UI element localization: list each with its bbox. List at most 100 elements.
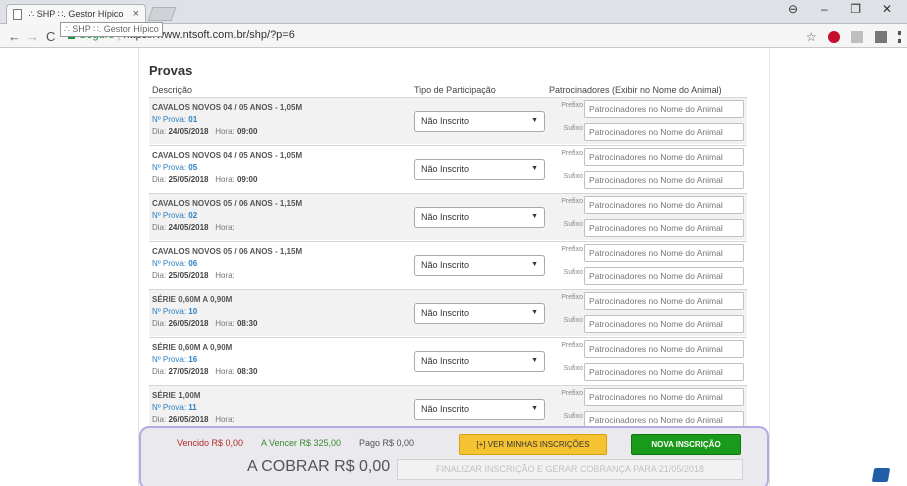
- sufixo-label: Sufixo: [563, 221, 583, 228]
- chevron-down-icon: ▼: [531, 117, 538, 124]
- prova-descricao: SÉRIE 0,60M A 0,90M: [152, 295, 233, 304]
- prova-row: SÉRIE 1,00M Nº Prova: 11 Dia: 26/05/2018 H…: [149, 385, 747, 432]
- page-title: Provas: [149, 63, 193, 78]
- col-header-tipo: Tipo de Participação: [414, 85, 496, 95]
- doc-icon: [13, 9, 22, 21]
- close-icon[interactable]: ×: [133, 8, 139, 20]
- prefixo-label: Prefixo: [561, 150, 583, 157]
- finalizar-button[interactable]: FINALIZAR INSCRIÇÃO E GERAR COBRANÇA PAR…: [397, 459, 743, 480]
- select-value: Não Inscrito: [421, 116, 470, 126]
- prova-descricao: SÉRIE 0,60M A 0,90M: [152, 343, 233, 352]
- browser-tab[interactable]: ∴ SHP ∷. Gestor Hípico ×: [6, 4, 146, 24]
- prova-row: CAVALOS NOVOS 05 / 06 ANOS - 1,15M Nº Pro…: [149, 193, 747, 240]
- chevron-down-icon: ▼: [531, 213, 538, 220]
- prova-row: SÉRIE 0,60M A 0,90M Nº Prova: 10 Dia: 26/0…: [149, 289, 747, 336]
- sufixo-label: Sufixo: [563, 413, 583, 420]
- prova-descricao: CAVALOS NOVOS 05 / 06 ANOS - 1,15M: [152, 199, 303, 208]
- extension-icon[interactable]: [874, 30, 887, 43]
- pago-amount: Pago R$ 0,00: [359, 438, 415, 448]
- star-icon[interactable]: ☆: [806, 30, 817, 44]
- minimize-button[interactable]: –: [810, 2, 838, 16]
- prova-data: Dia: 24/05/2018 Hora:: [152, 223, 235, 232]
- ver-inscricoes-button[interactable]: [+] VER MINHAS INSCRIÇÕES: [459, 434, 607, 455]
- prefixo-input[interactable]: Patrocinadores no Nome do Animal: [584, 148, 744, 166]
- tipo-participacao-select[interactable]: Não Inscrito ▼: [414, 159, 545, 180]
- a-cobrar-total: A COBRAR R$ 0,00: [247, 458, 391, 475]
- prova-data: Dia: 24/05/2018 Hora: 09:00: [152, 127, 258, 136]
- prova-data: Dia: 25/05/2018 Hora:: [152, 271, 235, 280]
- sufixo-input[interactable]: Patrocinadores no Nome do Animal: [584, 315, 744, 333]
- nova-inscricao-button[interactable]: NOVA INSCRIÇÃO: [631, 434, 741, 455]
- prova-numero: Nº Prova: 05: [152, 163, 198, 172]
- sufixo-input[interactable]: Patrocinadores no Nome do Animal: [584, 363, 744, 381]
- sufixo-label: Sufixo: [563, 125, 583, 132]
- brand-logo-icon: [871, 468, 891, 482]
- prova-numero: Nº Prova: 06: [152, 259, 198, 268]
- prefixo-input[interactable]: Patrocinadores no Nome do Animal: [584, 100, 744, 118]
- select-value: Não Inscrito: [421, 164, 470, 174]
- select-value: Não Inscrito: [421, 212, 470, 222]
- chevron-down-icon: ▼: [531, 165, 538, 172]
- maximize-button[interactable]: ❐: [842, 2, 870, 16]
- a-vencer-amount: A Vencer R$ 325,00: [261, 438, 342, 448]
- prefixo-label: Prefixo: [561, 246, 583, 253]
- prefixo-input[interactable]: Patrocinadores no Nome do Animal: [584, 292, 744, 310]
- prova-descricao: CAVALOS NOVOS 04 / 05 ANOS - 1,05M: [152, 151, 303, 160]
- tipo-participacao-select[interactable]: Não Inscrito ▼: [414, 207, 545, 228]
- account-icon[interactable]: ⊖: [779, 2, 807, 16]
- prefixo-input[interactable]: Patrocinadores no Nome do Animal: [584, 244, 744, 262]
- sufixo-label: Sufixo: [563, 365, 583, 372]
- adblock-icon[interactable]: [827, 30, 840, 43]
- sufixo-input[interactable]: Patrocinadores no Nome do Animal: [584, 123, 744, 141]
- tipo-participacao-select[interactable]: Não Inscrito ▼: [414, 399, 545, 420]
- back-arrow-icon[interactable]: ←: [8, 29, 21, 44]
- prefixo-input[interactable]: Patrocinadores no Nome do Animal: [584, 388, 744, 406]
- prova-numero: Nº Prova: 01: [152, 115, 198, 124]
- select-value: Não Inscrito: [421, 404, 470, 414]
- prova-data: Dia: 26/05/2018 Hora:: [152, 415, 235, 424]
- select-value: Não Inscrito: [421, 308, 470, 318]
- prova-row: CAVALOS NOVOS 04 / 05 ANOS - 1,05M Nº Pro…: [149, 145, 747, 192]
- prefixo-input[interactable]: Patrocinadores no Nome do Animal: [584, 340, 744, 358]
- prova-row: CAVALOS NOVOS 04 / 05 ANOS - 1,05M Nº Pro…: [149, 97, 747, 144]
- prefixo-label: Prefixo: [561, 102, 583, 109]
- prefixo-label: Prefixo: [561, 294, 583, 301]
- forward-arrow-icon[interactable]: →: [26, 29, 39, 44]
- sufixo-input[interactable]: Patrocinadores no Nome do Animal: [584, 267, 744, 285]
- sufixo-label: Sufixo: [563, 173, 583, 180]
- tipo-participacao-select[interactable]: Não Inscrito ▼: [414, 351, 545, 372]
- prova-data: Dia: 26/05/2018 Hora: 08:30: [152, 319, 258, 328]
- close-window-button[interactable]: ✕: [873, 2, 901, 16]
- col-header-descricao: Descrição: [152, 85, 193, 95]
- prefixo-label: Prefixo: [561, 198, 583, 205]
- prova-numero: Nº Prova: 16: [152, 355, 198, 364]
- prefixo-label: Prefixo: [561, 342, 583, 349]
- chevron-down-icon: ▼: [531, 405, 538, 412]
- extension-icon[interactable]: [851, 30, 864, 43]
- prova-descricao: CAVALOS NOVOS 04 / 05 ANOS - 1,05M: [152, 103, 303, 112]
- select-value: Não Inscrito: [421, 260, 470, 270]
- tipo-participacao-select[interactable]: Não Inscrito ▼: [414, 111, 545, 132]
- sufixo-input[interactable]: Patrocinadores no Nome do Animal: [584, 171, 744, 189]
- tipo-participacao-select[interactable]: Não Inscrito ▼: [414, 255, 545, 276]
- prova-descricao: CAVALOS NOVOS 05 / 06 ANOS - 1,15M: [152, 247, 303, 256]
- tipo-participacao-select[interactable]: Não Inscrito ▼: [414, 303, 545, 324]
- main-content: Provas Descrição Tipo de Participação Pa…: [138, 48, 770, 486]
- sufixo-label: Sufixo: [563, 269, 583, 276]
- prefixo-input[interactable]: Patrocinadores no Nome do Animal: [584, 196, 744, 214]
- reload-icon[interactable]: C: [46, 29, 55, 44]
- tab-title: ∴ SHP ∷. Gestor Hípico: [28, 9, 124, 20]
- address-bar[interactable]: Seguro|https://www.ntsoft.com.br/shp/?p=…: [64, 27, 806, 45]
- sufixo-input[interactable]: Patrocinadores no Nome do Animal: [584, 219, 744, 237]
- col-header-patrocinadores: Patrocinadores (Exibir no Nome do Animal…: [549, 85, 722, 95]
- summary-panel: Vencido R$ 0,00 A Vencer R$ 325,00 Pago …: [139, 426, 769, 486]
- new-tab-button[interactable]: [147, 7, 177, 21]
- prefixo-label: Prefixo: [561, 390, 583, 397]
- chevron-down-icon: ▼: [531, 309, 538, 316]
- chevron-down-icon: ▼: [531, 357, 538, 364]
- vencido-amount: Vencido R$ 0,00: [177, 438, 244, 448]
- prova-numero: Nº Prova: 11: [152, 403, 197, 412]
- menu-icon[interactable]: [898, 30, 901, 43]
- prova-data: Dia: 27/05/2018 Hora: 08:30: [152, 367, 258, 376]
- tab-strip: ∴ SHP ∷. Gestor Hípico × ⊖ – ❐ ✕: [0, 0, 907, 24]
